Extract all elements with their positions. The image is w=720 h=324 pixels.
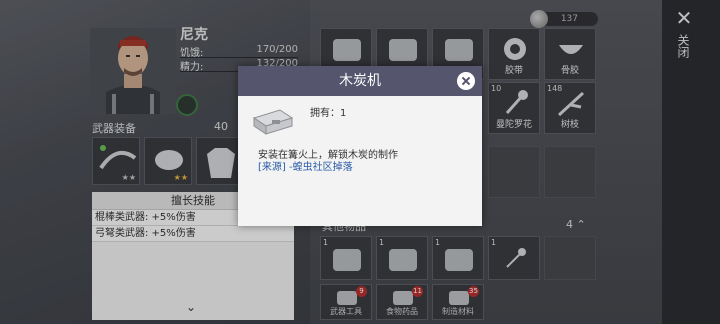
dialog-close-icon[interactable] [455,70,477,92]
dialog-title: 木炭机 [238,66,482,96]
item-detail-dialog: 木炭机 拥有：1 安装在篝火上，解锁木炭的制作 [来源] -蝗虫社区掉落 [238,66,482,226]
charcoal-machine-icon [252,109,294,135]
owned-count: 拥有：1 [310,108,347,119]
item-source-link[interactable]: [来源] -蝗虫社区掉落 [258,158,353,173]
